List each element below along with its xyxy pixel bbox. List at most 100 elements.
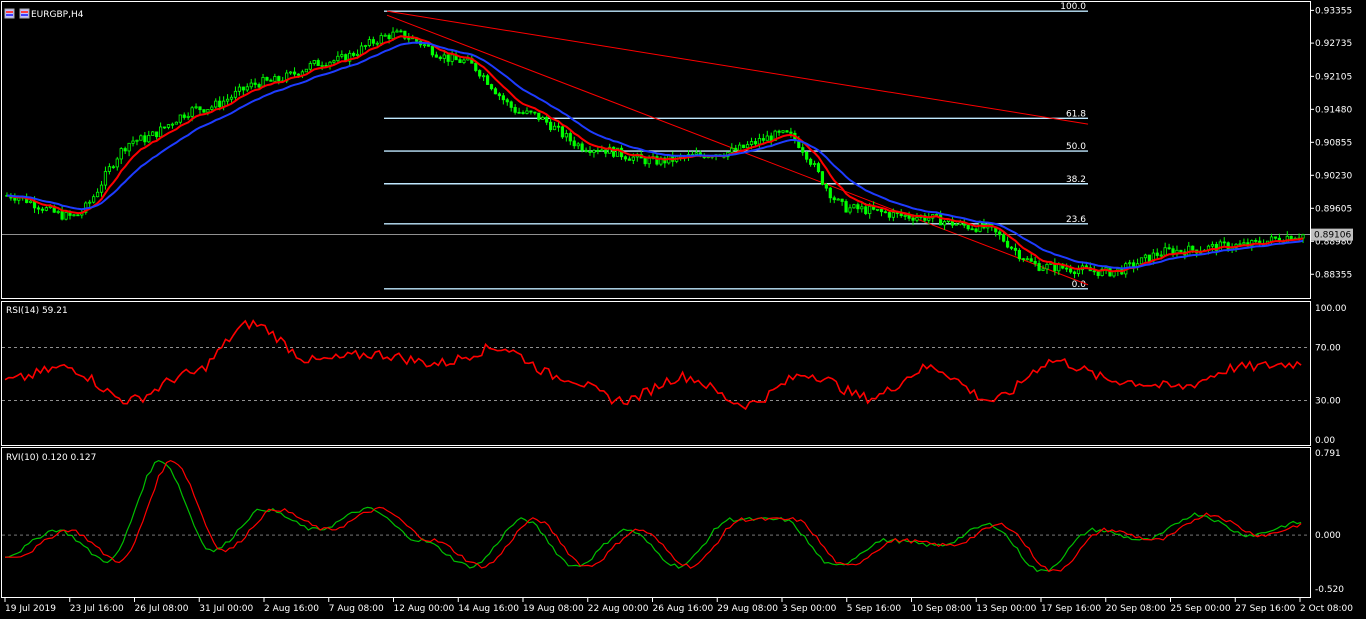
candle-body [462,59,466,63]
time-tick-label: 19 Aug 08:00 [523,604,584,614]
candle-body [170,123,175,126]
candle-body [289,71,293,74]
fib-level-label: 61.8 [1066,109,1086,119]
candle-body [442,54,446,59]
candle-body [178,114,182,123]
candle-body [88,201,92,204]
rvi-title: RVI(10) 0.120 0.127 [6,453,96,463]
candle-body [966,224,970,230]
candle-body [927,217,931,221]
candle-body [474,62,478,71]
candle-body [1009,246,1014,249]
candle-body [241,86,245,91]
candle-body [915,217,919,221]
fib-level-label: 100.0 [1060,2,1086,12]
candle-body [631,156,635,161]
price-tick-label: 0.91480 [1315,105,1352,115]
candle-body [143,135,147,143]
candle-body [592,149,596,153]
candle-body [785,130,789,133]
candle-body [1128,262,1132,265]
candle-body [816,163,821,173]
candle-body [95,191,100,198]
candle-body [836,198,840,201]
candle-body [596,149,600,152]
candle-body [1147,254,1151,262]
candle-body [56,211,60,213]
candle-body [103,171,108,186]
candle-body [529,110,533,113]
time-tick-label: 3 Sep 00:00 [782,604,837,614]
candle-body [131,140,135,144]
candle-body [761,138,765,141]
candle-body [237,86,241,92]
candle-body [1159,254,1163,257]
candle-body [225,98,230,102]
candle-body [1269,236,1274,242]
candle-body [446,54,450,62]
candle-body [541,117,545,120]
candle-body [742,144,746,149]
candle-body [1005,240,1010,248]
candle-body [182,114,186,118]
candle-body [781,130,785,133]
candle-body [1187,245,1191,256]
price-tick-label: 0.89605 [1315,204,1352,214]
candle-body [1222,241,1226,244]
time-tick-label: 17 Sep 16:00 [1041,604,1101,614]
candle-body [954,223,958,226]
candle-body [789,131,793,134]
candle-body [1096,271,1100,276]
candle-body [391,31,395,39]
candle-body [856,204,860,210]
candle-body [493,88,498,95]
time-tick-label: 2 Aug 16:00 [264,604,319,614]
chart-window[interactable]: EURGBP,H4 100.061.850.038.223.60.0 0.933… [0,0,1366,619]
candle-body [623,156,628,160]
chart-background [0,0,1366,619]
candle-body [194,106,198,109]
candle-body [809,158,813,165]
candle-body [332,60,336,63]
candle-body [568,133,572,142]
candle-body [340,54,344,57]
price-tick-label: 0.90230 [1315,171,1352,181]
time-tick-label: 14 Aug 16:00 [458,604,519,614]
time-tick-label: 26 Aug 16:00 [653,604,714,614]
candle-body [1143,254,1148,259]
candle-body [407,37,411,40]
candle-body [942,221,947,226]
time-tick-label: 22 Aug 00:00 [588,604,649,614]
candle-body [1033,260,1037,264]
candle-body [233,90,238,98]
rsi-tick-label: 70.00 [1315,344,1341,354]
candle-body [694,152,698,155]
candle-body [1226,242,1230,250]
candle-body [430,45,435,56]
candle-body [738,144,742,151]
rsi-tick-label: 100.00 [1315,304,1347,314]
candle-body [119,148,123,160]
time-tick-label: 10 Sep 08:00 [912,604,972,614]
candle-body [292,71,297,75]
candle-body [517,111,521,114]
candle-body [434,54,438,58]
candle-body [166,124,171,128]
candle-body [1238,243,1242,246]
candle-body [757,138,761,145]
candle-body [29,200,33,203]
candle-body [265,77,269,81]
time-tick-label: 31 Jul 00:00 [199,604,253,614]
candle-body [552,125,557,131]
candle-body [903,215,907,217]
candle-body [604,149,608,154]
candle-body [478,70,482,77]
candle-body [840,198,844,202]
candle-body [576,143,580,147]
candle-body [135,139,139,142]
candle-body [218,100,222,108]
candle-body [509,101,513,108]
candle-body [1025,258,1029,261]
candle-body [1076,269,1081,275]
candle-body [399,30,403,33]
